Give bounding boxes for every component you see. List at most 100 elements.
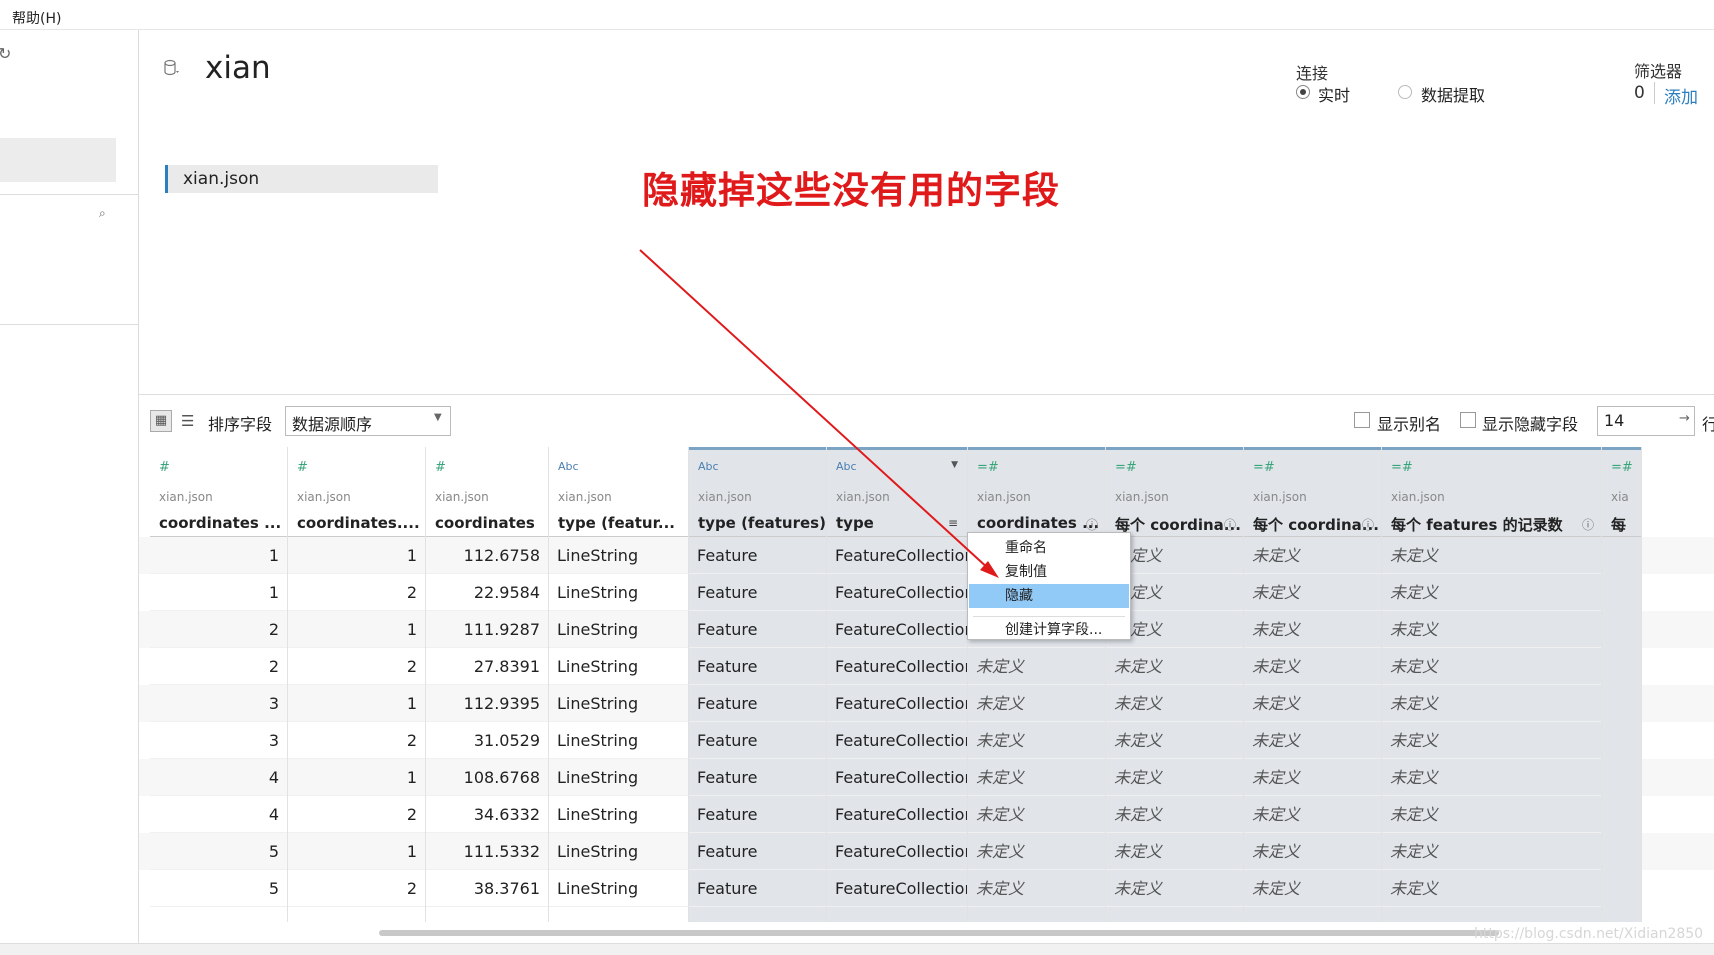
table-cell[interactable]: Feature [689, 648, 826, 685]
table-cell[interactable]: 未定义 [1382, 833, 1601, 870]
column-name[interactable]: coordinates.... [297, 514, 420, 532]
table-cell[interactable]: LineString [549, 537, 688, 574]
table-cell[interactable]: 未定义 [1382, 870, 1601, 907]
grid-column[interactable]: # xian.json coordinates 112.6758 22.9584 111.… [426, 447, 549, 922]
table-cell[interactable]: FeatureCollection [827, 611, 967, 648]
column-name[interactable]: 每个 features 的记录数 [1391, 514, 1563, 535]
string-type-icon[interactable]: Abc [698, 460, 719, 473]
table-cell[interactable]: 未定义 [1382, 537, 1601, 574]
horizontal-scroll-thumb[interactable] [379, 930, 1499, 936]
menu-help[interactable]: 帮助(H) [12, 8, 61, 28]
number-type-icon[interactable]: =# [1611, 460, 1633, 475]
table-cell[interactable]: 未定义 [1244, 648, 1381, 685]
table-cell[interactable]: 38.3761 [426, 870, 548, 907]
table-cell[interactable]: 未定义 [1244, 796, 1381, 833]
column-header[interactable]: Abc xian.json type ≡ ▼ [827, 447, 967, 537]
column-name[interactable]: type (featur... [558, 514, 675, 532]
column-header[interactable]: # xian.json coordinates [426, 447, 548, 537]
table-cell[interactable]: FeatureCollection [827, 574, 967, 611]
table-cell[interactable]: FeatureCollection [827, 685, 967, 722]
table-cell[interactable]: 未定义 [1382, 574, 1601, 611]
chevron-down-icon[interactable]: ▼ [951, 460, 958, 470]
grid-column[interactable]: Abc xian.json type (featur... LineString Lin… [549, 447, 689, 922]
table-cell[interactable]: 未定义 [968, 648, 1105, 685]
table-cell[interactable]: 108.6768 [426, 759, 548, 796]
table-cell[interactable]: LineString [549, 648, 688, 685]
table-cell[interactable]: 未定义 [1106, 759, 1243, 796]
column-header[interactable]: =# xian.json 每个 coordina... ⓘ [1244, 447, 1381, 537]
table-cell[interactable]: 1 [150, 537, 287, 574]
info-icon[interactable]: ⓘ [1086, 516, 1098, 533]
column-name[interactable]: 每 [1611, 514, 1626, 535]
table-cell[interactable]: 2 [150, 611, 287, 648]
table-cell[interactable]: 4 [150, 759, 287, 796]
live-radio[interactable] [1296, 85, 1310, 99]
number-type-icon[interactable]: =# [977, 460, 999, 475]
column-menu-icon[interactable]: ≡ [948, 516, 958, 530]
table-cell[interactable]: 未定义 [1382, 685, 1601, 722]
table-cell[interactable]: 1 [288, 833, 425, 870]
table-cell[interactable]: 3 [150, 722, 287, 759]
show-hidden-fields-checkbox[interactable] [1460, 412, 1476, 428]
table-cell[interactable]: FeatureCollection [827, 722, 967, 759]
table-chip-label[interactable]: xian.json [183, 169, 259, 189]
table-cell[interactable]: 111.9287 [426, 611, 548, 648]
number-type-icon[interactable]: =# [1115, 460, 1137, 475]
table-cell[interactable]: 未定义 [1244, 722, 1381, 759]
table-cell[interactable]: 未定义 [1244, 685, 1381, 722]
table-cell[interactable]: Feature [689, 685, 826, 722]
table-cell[interactable]: 未定义 [968, 833, 1105, 870]
arrow-right-icon[interactable]: → [1679, 411, 1690, 426]
table-cell[interactable]: Feature [689, 574, 826, 611]
table-cell[interactable]: 27.8391 [426, 648, 548, 685]
show-alias-label[interactable]: 显示别名 [1377, 411, 1441, 435]
column-header[interactable]: =# xia 每 [1602, 447, 1641, 537]
string-type-icon[interactable]: Abc [558, 460, 579, 473]
table-cell[interactable]: 未定义 [1382, 611, 1601, 648]
table-cell[interactable]: 未定义 [968, 685, 1105, 722]
table-cell[interactable]: LineString [549, 796, 688, 833]
table-cell[interactable]: 1 [150, 574, 287, 611]
table-cell[interactable]: Feature [689, 722, 826, 759]
column-header[interactable]: =# xian.json 每个 features 的记录数 ⓘ [1382, 447, 1601, 537]
table-cell[interactable]: Feature [689, 759, 826, 796]
sort-fields-value[interactable]: 数据源顺序 [292, 411, 372, 435]
column-header[interactable]: =# xian.json coordinates ... ⓘ [968, 447, 1105, 537]
info-icon[interactable]: ⓘ [1582, 516, 1594, 533]
column-name[interactable]: coordinates [435, 514, 535, 532]
table-cell[interactable]: LineString [549, 833, 688, 870]
table-cell[interactable]: 未定义 [1382, 796, 1601, 833]
column-name[interactable]: type [836, 514, 874, 532]
table-cell[interactable]: FeatureCollection [827, 870, 967, 907]
table-cell[interactable]: 未定义 [1244, 537, 1381, 574]
menu-item-copy-values[interactable]: 复制值 [969, 560, 1129, 584]
table-cell[interactable]: 未定义 [1106, 870, 1243, 907]
table-cell[interactable]: Feature [689, 870, 826, 907]
refresh-icon[interactable]: ↻ [0, 44, 11, 63]
chevron-down-icon[interactable]: ▼ [434, 412, 442, 423]
column-name[interactable]: 每个 coordina... [1253, 514, 1379, 535]
string-type-icon[interactable]: Abc [836, 460, 857, 473]
table-cell[interactable]: 未定义 [1244, 611, 1381, 648]
table-cell[interactable]: 34.6332 [426, 796, 548, 833]
table-cell[interactable]: LineString [549, 870, 688, 907]
number-type-icon[interactable]: # [297, 460, 308, 475]
grid-column[interactable]: =# xian.json 每个 features 的记录数 ⓘ 未定义 未定义 未定义 未定义… [1382, 447, 1602, 922]
add-filter-link[interactable]: 添加 [1664, 83, 1698, 108]
table-cell[interactable]: 2 [288, 574, 425, 611]
grid-column[interactable]: # xian.json coordinates.... 1 2 1 2 1 2 1 2 1 2 [288, 447, 426, 922]
table-cell[interactable]: 111.5332 [426, 833, 548, 870]
table-cell[interactable]: 未定义 [1106, 796, 1243, 833]
grid-column[interactable]: Abc xian.json type (features) Feature Featur… [689, 447, 827, 922]
table-cell[interactable]: 未定义 [968, 796, 1105, 833]
table-cell[interactable]: 2 [288, 870, 425, 907]
table-cell[interactable]: 5 [150, 870, 287, 907]
table-cell[interactable]: 未定义 [1106, 685, 1243, 722]
column-name[interactable]: coordinates ... [159, 514, 281, 532]
table-cell[interactable]: 未定义 [1106, 722, 1243, 759]
table-cell[interactable]: 5 [150, 833, 287, 870]
table-cell[interactable]: 2 [288, 796, 425, 833]
grid-column[interactable]: =# xia 每 [1602, 447, 1642, 922]
number-type-icon[interactable]: # [435, 460, 446, 475]
table-cell[interactable]: 3 [150, 685, 287, 722]
